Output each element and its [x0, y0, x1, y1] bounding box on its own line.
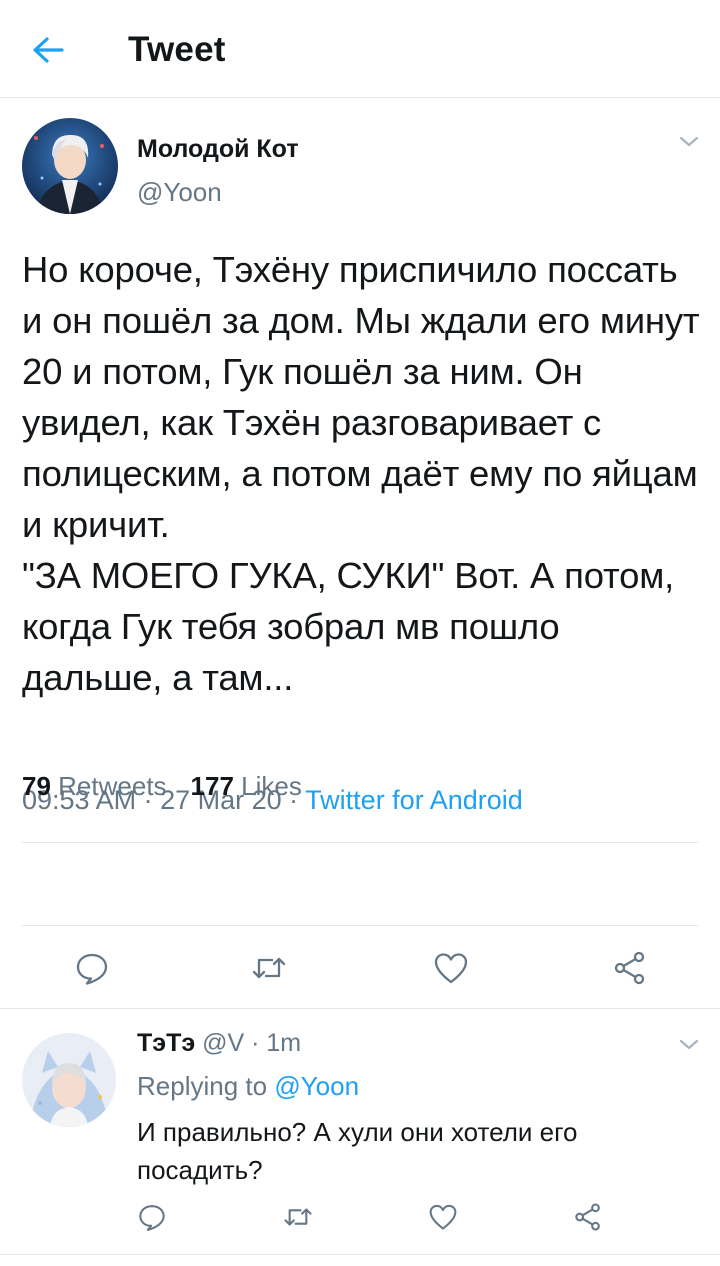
- reply-avatar-image: [22, 1033, 116, 1127]
- retweets-count: 79: [22, 771, 51, 801]
- heart-icon: [429, 1204, 457, 1230]
- reply-reply-button[interactable]: [134, 1199, 170, 1235]
- reply-action-bar: [0, 1195, 720, 1243]
- likes-stat[interactable]: 177 Likes: [191, 771, 302, 801]
- reply-share-button[interactable]: [570, 1199, 606, 1235]
- back-button[interactable]: [26, 28, 70, 72]
- retweet-icon: [284, 1208, 312, 1226]
- reply-retweet-button[interactable]: [280, 1199, 316, 1235]
- tweet-action-bar: [0, 940, 720, 996]
- reply-button[interactable]: [70, 946, 114, 990]
- reply-avatar[interactable]: [22, 1033, 116, 1127]
- replying-label: Replying to: [137, 1071, 268, 1101]
- avatar[interactable]: [22, 118, 118, 214]
- author-name[interactable]: Молодой Кот: [137, 135, 299, 164]
- author-handle[interactable]: @Yoon: [137, 177, 222, 208]
- avatar-image: [22, 118, 118, 214]
- arrow-left-icon: [33, 37, 64, 63]
- tweet-source-link[interactable]: Twitter for Android: [305, 785, 523, 815]
- replying-mention-link[interactable]: @Yoon: [274, 1071, 359, 1101]
- retweets-label: Retweets: [58, 771, 167, 801]
- heart-icon: [434, 953, 468, 984]
- reply-author-handle[interactable]: @V: [202, 1029, 244, 1057]
- like-button[interactable]: [429, 946, 473, 990]
- replying-to: Replying to @Yoon: [137, 1071, 359, 1102]
- likes-count: 177: [190, 771, 234, 801]
- comment-bubble-icon: [139, 1205, 165, 1231]
- chevron-down-icon[interactable]: [676, 1035, 702, 1055]
- tweet-text: Но короче, Тэхёну приспичило поссать и о…: [22, 249, 700, 698]
- retweet-button[interactable]: [247, 946, 291, 990]
- comment-bubble-icon: [76, 953, 108, 985]
- reply-like-button[interactable]: [425, 1199, 461, 1235]
- chevron-down-icon[interactable]: [676, 132, 702, 152]
- likes-label: Likes: [241, 771, 302, 801]
- retweets-stat[interactable]: 79 Retweets: [22, 771, 167, 801]
- page-title: Tweet: [128, 30, 226, 69]
- reply-tweet[interactable]: ТэТэ @V · 1m Replying to @Yoon И правиль…: [0, 1009, 720, 1259]
- retweet-icon: [252, 957, 286, 979]
- section-divider: [0, 1254, 720, 1255]
- top-app-bar: Tweet: [0, 0, 720, 98]
- share-button[interactable]: [608, 946, 652, 990]
- divider: [22, 925, 698, 926]
- tweet-stats: 79 Retweets 177 Likes: [22, 771, 302, 802]
- reply-time: 1m: [266, 1029, 302, 1057]
- divider: [22, 842, 698, 843]
- reply-text: И правильно? А хули они хотели его посад…: [137, 1117, 578, 1185]
- reply-author-name[interactable]: ТэТэ: [137, 1029, 195, 1057]
- reply-header: ТэТэ @V · 1m: [137, 1029, 302, 1057]
- share-icon: [575, 1203, 600, 1231]
- share-icon: [614, 951, 645, 985]
